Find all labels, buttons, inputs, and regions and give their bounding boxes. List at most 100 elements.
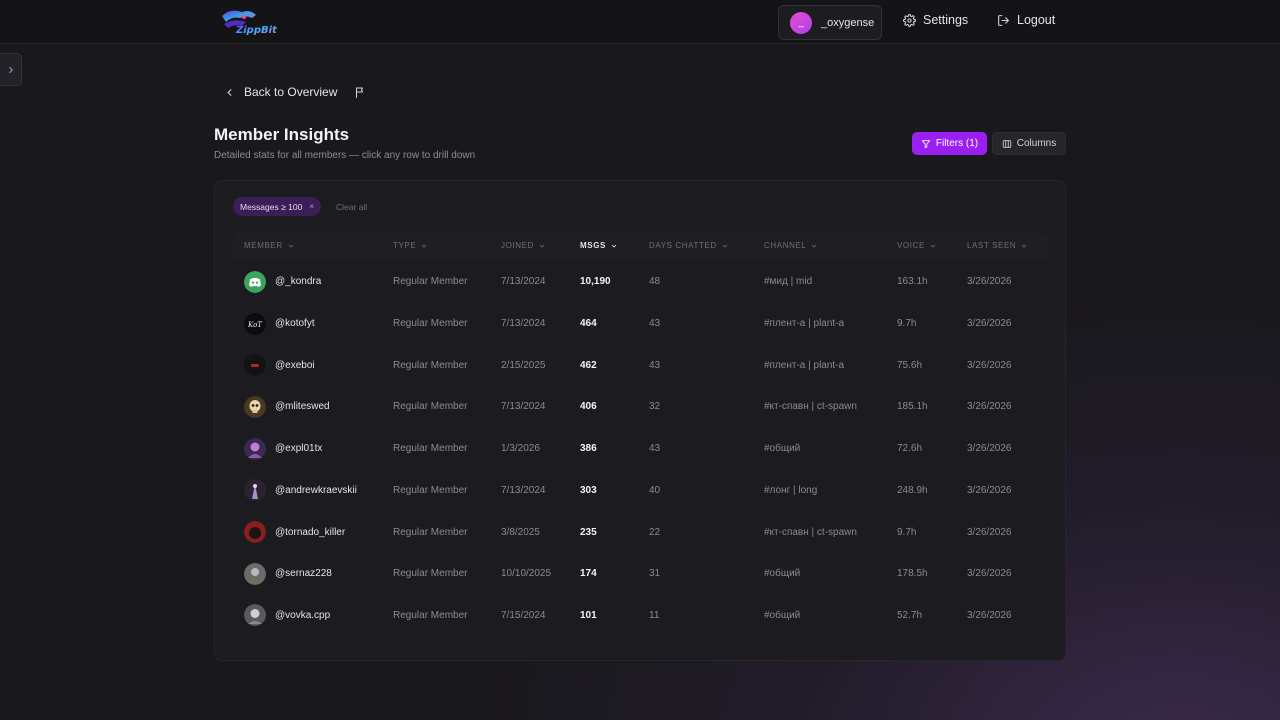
days-chatted-cell: 22	[649, 526, 661, 538]
channel-cell: #кт-спавн | ct-spawn	[764, 401, 857, 413]
voice-cell: 163.1h	[897, 276, 928, 288]
table-header: MEMBER TYPE JOINED MSGS DAYS CHATTED CHA…	[233, 233, 1048, 259]
gear-icon	[903, 13, 916, 27]
member-table-card: Messages ≥ 100 × Clear all MEMBER TYPE J…	[214, 180, 1066, 661]
column-header-type[interactable]: TYPE	[393, 241, 428, 250]
table-row[interactable]: KoT @kotofyt Regular Member 7/13/2024 464 43 #…	[233, 303, 1048, 345]
joined-cell: 2/15/2025	[501, 359, 546, 371]
back-to-overview-link[interactable]: Back to Overview	[224, 85, 337, 99]
filters-button[interactable]: Filters (1)	[912, 132, 987, 155]
filters-label: Filters (1)	[935, 138, 979, 149]
avatar	[244, 479, 266, 502]
column-header-member[interactable]: MEMBER	[244, 241, 295, 250]
user-name: _oxygense	[821, 16, 875, 29]
table-row[interactable]: @mliteswed Regular Member 7/13/2024 406 32 #к…	[233, 386, 1048, 428]
last-seen-cell: 3/26/2026	[967, 401, 1012, 413]
channel-cell: #плент-а | plant-a	[764, 359, 845, 371]
column-header-channel[interactable]: CHANNEL	[764, 241, 818, 250]
last-seen-cell: 3/26/2026	[967, 359, 1012, 371]
last-seen-cell: 3/26/2026	[967, 568, 1012, 580]
remove-filter-icon[interactable]: ×	[309, 202, 314, 211]
channel-cell: #мид | mid	[764, 276, 813, 288]
column-label: JOINED	[501, 241, 534, 250]
app-logo[interactable]: ZippBit	[216, 6, 288, 38]
channel-cell: #кт-спавн | ct-spawn	[764, 526, 857, 538]
avatar: KoT	[244, 312, 266, 335]
days-chatted-cell: 31	[649, 568, 661, 580]
msgs-cell: 303	[580, 484, 597, 496]
member-name[interactable]: @_kondra	[275, 276, 321, 287]
avatar	[244, 354, 266, 377]
filter-chip-messages[interactable]: Messages ≥ 100 ×	[233, 197, 321, 216]
avatar	[244, 521, 266, 544]
avatar	[244, 270, 266, 293]
logout-link[interactable]: Logout	[997, 13, 1055, 27]
settings-label: Settings	[923, 13, 969, 27]
last-seen-cell: 3/26/2026	[967, 318, 1012, 330]
table-row[interactable]: @andrewkraevskii Regular Member 7/13/2024 3…	[233, 470, 1048, 512]
voice-cell: 185.1h	[897, 401, 928, 413]
type-cell: Regular Member	[393, 401, 468, 413]
column-label: VOICE	[897, 241, 925, 250]
last-seen-cell: 3/26/2026	[967, 276, 1012, 288]
joined-cell: 1/3/2026	[501, 443, 540, 455]
chevron-down-icon	[930, 244, 936, 248]
column-header-days-chatted[interactable]: DAYS CHATTED	[649, 241, 729, 250]
member-name[interactable]: @andrewkraevskii	[275, 485, 357, 496]
clear-all-filters-link[interactable]: Clear all	[336, 202, 367, 212]
table-row[interactable]: @tornado_killer Regular Member 3/8/2025 235…	[233, 511, 1048, 553]
type-cell: Regular Member	[393, 443, 468, 455]
joined-cell: 7/13/2024	[501, 318, 546, 330]
type-cell: Regular Member	[393, 318, 468, 330]
back-label: Back to Overview	[244, 85, 338, 99]
column-label: DAYS CHATTED	[649, 241, 717, 250]
avatar	[244, 395, 266, 418]
table-row[interactable]: @_kondra Regular Member 7/13/2024 10,190 48 #…	[233, 261, 1048, 303]
days-chatted-cell: 11	[649, 609, 660, 621]
joined-cell: 10/10/2025	[501, 568, 552, 580]
chevron-down-icon	[288, 244, 294, 248]
member-name[interactable]: @expl01tx	[275, 443, 322, 454]
member-cell: @sernaz228	[244, 553, 332, 595]
member-name[interactable]: @exeboi	[275, 360, 315, 371]
column-header-last-seen[interactable]: LAST SEEN	[967, 241, 1028, 250]
joined-cell: 7/13/2024	[501, 484, 546, 496]
type-cell: Regular Member	[393, 526, 468, 538]
joined-cell: 3/8/2025	[501, 526, 540, 538]
channel-cell: #общий	[764, 609, 801, 621]
column-header-joined[interactable]: JOINED	[501, 241, 546, 250]
chevron-down-icon	[1021, 244, 1027, 248]
member-name[interactable]: @mliteswed	[275, 401, 330, 412]
columns-icon	[1002, 139, 1011, 148]
member-cell: @andrewkraevskii	[244, 470, 357, 512]
svg-text:KoT: KoT	[247, 321, 263, 329]
member-name[interactable]: @kotofyt	[275, 318, 315, 329]
table-row[interactable]: @exeboi Regular Member 2/15/2025 462 43 #плен…	[233, 344, 1048, 386]
columns-button[interactable]: Columns	[992, 132, 1066, 155]
flag-icon[interactable]	[354, 86, 366, 99]
table-row[interactable]: @sernaz228 Regular Member 10/10/2025 174 31 #…	[233, 553, 1048, 595]
user-menu-button[interactable]: _ _oxygense	[778, 5, 882, 40]
sidebar-toggle-button[interactable]	[0, 53, 22, 86]
column-header-msgs[interactable]: MSGS	[580, 241, 618, 250]
settings-link[interactable]: Settings	[903, 13, 968, 27]
column-header-voice[interactable]: VOICE	[897, 241, 937, 250]
voice-cell: 52.7h	[897, 609, 923, 621]
msgs-cell: 462	[580, 359, 597, 371]
page-subtitle: Detailed stats for all members — click a…	[214, 150, 476, 161]
table-row[interactable]: @expl01tx Regular Member 1/3/2026 386 43 #общ…	[233, 428, 1048, 470]
voice-cell: 9.7h	[897, 318, 917, 330]
member-name[interactable]: @sernaz228	[275, 568, 332, 579]
member-name[interactable]: @tornado_killer	[275, 527, 345, 538]
table-row[interactable]: @vovka.cpp Regular Member 7/15/2024 101 11 #о…	[233, 595, 1048, 637]
member-cell: @mliteswed	[244, 386, 330, 428]
voice-cell: 9.7h	[897, 526, 917, 538]
last-seen-cell: 3/26/2026	[967, 609, 1012, 621]
member-cell: @_kondra	[244, 261, 321, 303]
column-label: LAST SEEN	[967, 241, 1017, 250]
logout-label: Logout	[1017, 13, 1056, 27]
chevron-down-icon	[539, 244, 545, 248]
member-name[interactable]: @vovka.cpp	[275, 610, 330, 621]
logout-icon	[998, 14, 1009, 26]
voice-cell: 178.5h	[897, 568, 928, 580]
